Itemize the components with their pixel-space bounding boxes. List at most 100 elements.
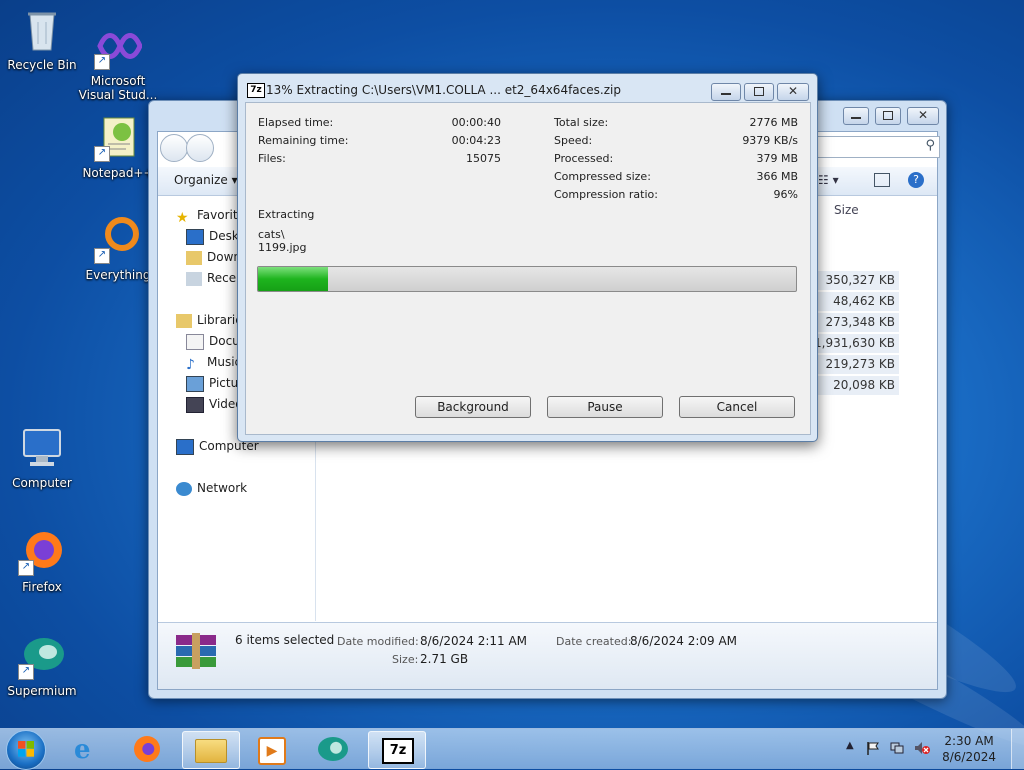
search-icon: ⚲ — [925, 138, 935, 153]
internet-explorer-icon: e — [74, 735, 91, 765]
total-size-label: Total size: — [554, 116, 609, 129]
details-pane: 6 items selected Date modified: 8/6/2024… — [158, 622, 937, 689]
file-size-cell: 20,098 KB — [805, 376, 899, 395]
music-icon: ♪ — [186, 356, 195, 373]
windows-logo-icon — [18, 741, 34, 757]
maximize-button[interactable] — [875, 107, 901, 125]
media-player-icon: ▶ — [258, 737, 286, 765]
desktop-icon-label: Supermium — [7, 684, 77, 698]
compression-ratio-value: 96% — [773, 188, 798, 201]
desktop-icon-visual-studio[interactable]: ↗ Microsoft Visual Stud... — [76, 22, 160, 102]
taskbar-supermium[interactable] — [306, 731, 362, 767]
elapsed-time-value: 00:00:40 — [451, 116, 501, 129]
desktop-icon-label: Microsoft Visual Stud... — [78, 74, 158, 102]
total-size-value: 2776 MB — [749, 116, 798, 129]
nav-network[interactable]: Network — [176, 479, 247, 497]
taskbar-internet-explorer[interactable]: e — [60, 731, 116, 767]
dialog-title: 13% Extracting C:\Users\VM1.COLLA ... et… — [266, 83, 621, 97]
taskbar-file-explorer[interactable] — [182, 731, 240, 769]
show-desktop-button[interactable] — [1011, 729, 1024, 769]
desktop-icon-label: Firefox — [22, 580, 62, 594]
help-icon[interactable]: ? — [908, 172, 924, 188]
winrar-archive-icon — [174, 631, 218, 671]
action-center-flag-icon[interactable] — [866, 741, 880, 755]
view-options-button[interactable]: ☷ ▾ — [818, 173, 839, 187]
remaining-time-label: Remaining time: — [258, 134, 349, 147]
firefox-icon — [134, 736, 160, 762]
desktop-icon-computer[interactable]: Computer — [0, 424, 84, 490]
size-value: 2.71 GB — [420, 652, 469, 666]
compression-ratio-label: Compression ratio: — [554, 188, 658, 201]
date-created-value: 8/6/2024 2:09 AM — [630, 634, 738, 648]
speed-label: Speed: — [554, 134, 593, 147]
folder-icon — [195, 739, 227, 763]
minimize-icon — [851, 117, 861, 119]
extraction-progress-bar — [257, 266, 797, 292]
maximize-icon — [754, 87, 764, 96]
files-value: 15075 — [466, 152, 501, 165]
shortcut-arrow-icon: ↗ — [94, 248, 110, 264]
nav-music[interactable]: ♪ Music — [186, 353, 241, 373]
current-file: 1199.jpg — [258, 241, 307, 254]
extraction-dialog[interactable]: 7z 13% Extracting C:\Users\VM1.COLLA ...… — [237, 73, 818, 442]
minimize-button[interactable] — [843, 107, 869, 125]
file-size-cell: 219,273 KB — [805, 355, 899, 374]
everything-icon: ↗ — [94, 216, 142, 264]
star-icon: ★ — [176, 209, 189, 226]
recent-places-icon — [186, 271, 202, 286]
desktop-icon-recycle-bin[interactable]: Recycle Bin — [0, 6, 84, 72]
preview-pane-button[interactable] — [874, 173, 890, 187]
organize-label: Organize — [174, 173, 228, 187]
file-size-cell: 48,462 KB — [805, 292, 899, 311]
taskbar-firefox[interactable] — [120, 731, 176, 767]
taskbar: e ▶ 7z ▲ 2:30 AM 8/6/2024 — [0, 728, 1024, 770]
close-icon: ✕ — [918, 108, 929, 122]
downloads-icon — [186, 250, 202, 265]
notepadpp-icon: ↗ — [94, 114, 142, 162]
desktop-icon-firefox[interactable]: ↗ Firefox — [0, 528, 84, 594]
taskbar-7zip[interactable]: 7z — [368, 731, 426, 769]
selection-count: 6 items selected — [235, 633, 335, 647]
start-button[interactable] — [6, 730, 46, 770]
supermium-icon: ↗ — [18, 632, 66, 680]
clock-date: 8/6/2024 — [942, 750, 996, 764]
organize-button[interactable]: Organize ▾ — [174, 173, 238, 187]
dialog-close-button[interactable]: ✕ — [777, 83, 809, 101]
7zip-app-icon: 7z — [247, 83, 265, 98]
visual-studio-icon: ↗ — [94, 22, 143, 70]
column-header-size[interactable]: Size — [834, 203, 859, 217]
desktop-icon — [186, 228, 204, 245]
compressed-size-value: 366 MB — [756, 170, 798, 183]
size-label: Size: — [392, 653, 419, 666]
file-size-cell: 273,348 KB — [805, 313, 899, 332]
back-button[interactable] — [160, 134, 188, 162]
current-folder: cats\ — [258, 228, 285, 241]
volume-muted-icon[interactable] — [914, 741, 930, 755]
files-label: Files: — [258, 152, 286, 165]
pictures-icon — [186, 375, 204, 392]
background-button[interactable]: Background — [415, 396, 531, 418]
desktop-icon-supermium[interactable]: ↗ Supermium — [0, 632, 84, 698]
shortcut-arrow-icon: ↗ — [94, 54, 110, 70]
clock-time: 2:30 AM — [944, 734, 994, 748]
close-button[interactable]: ✕ — [907, 107, 939, 125]
libraries-icon — [176, 313, 192, 328]
dialog-maximize-button[interactable] — [744, 83, 774, 101]
date-created-label: Date created: — [556, 635, 632, 648]
forward-button[interactable] — [186, 134, 214, 162]
network-icon[interactable] — [890, 741, 904, 755]
pause-button[interactable]: Pause — [547, 396, 663, 418]
shortcut-arrow-icon: ↗ — [94, 146, 110, 162]
compressed-size-label: Compressed size: — [554, 170, 651, 183]
processed-label: Processed: — [554, 152, 614, 165]
remaining-time-value: 00:04:23 — [451, 134, 501, 147]
system-clock[interactable]: 2:30 AM 8/6/2024 — [942, 733, 996, 765]
show-hidden-icons-button[interactable]: ▲ — [846, 740, 854, 751]
cancel-button[interactable]: Cancel — [679, 396, 795, 418]
search-box[interactable]: ⚲ — [798, 136, 940, 158]
taskbar-media-player[interactable]: ▶ — [244, 731, 300, 767]
dialog-minimize-button[interactable] — [711, 83, 741, 101]
progress-fill — [258, 267, 328, 291]
date-modified-label: Date modified: — [337, 635, 419, 648]
file-size-cell: 1,931,630 KB — [805, 334, 899, 353]
